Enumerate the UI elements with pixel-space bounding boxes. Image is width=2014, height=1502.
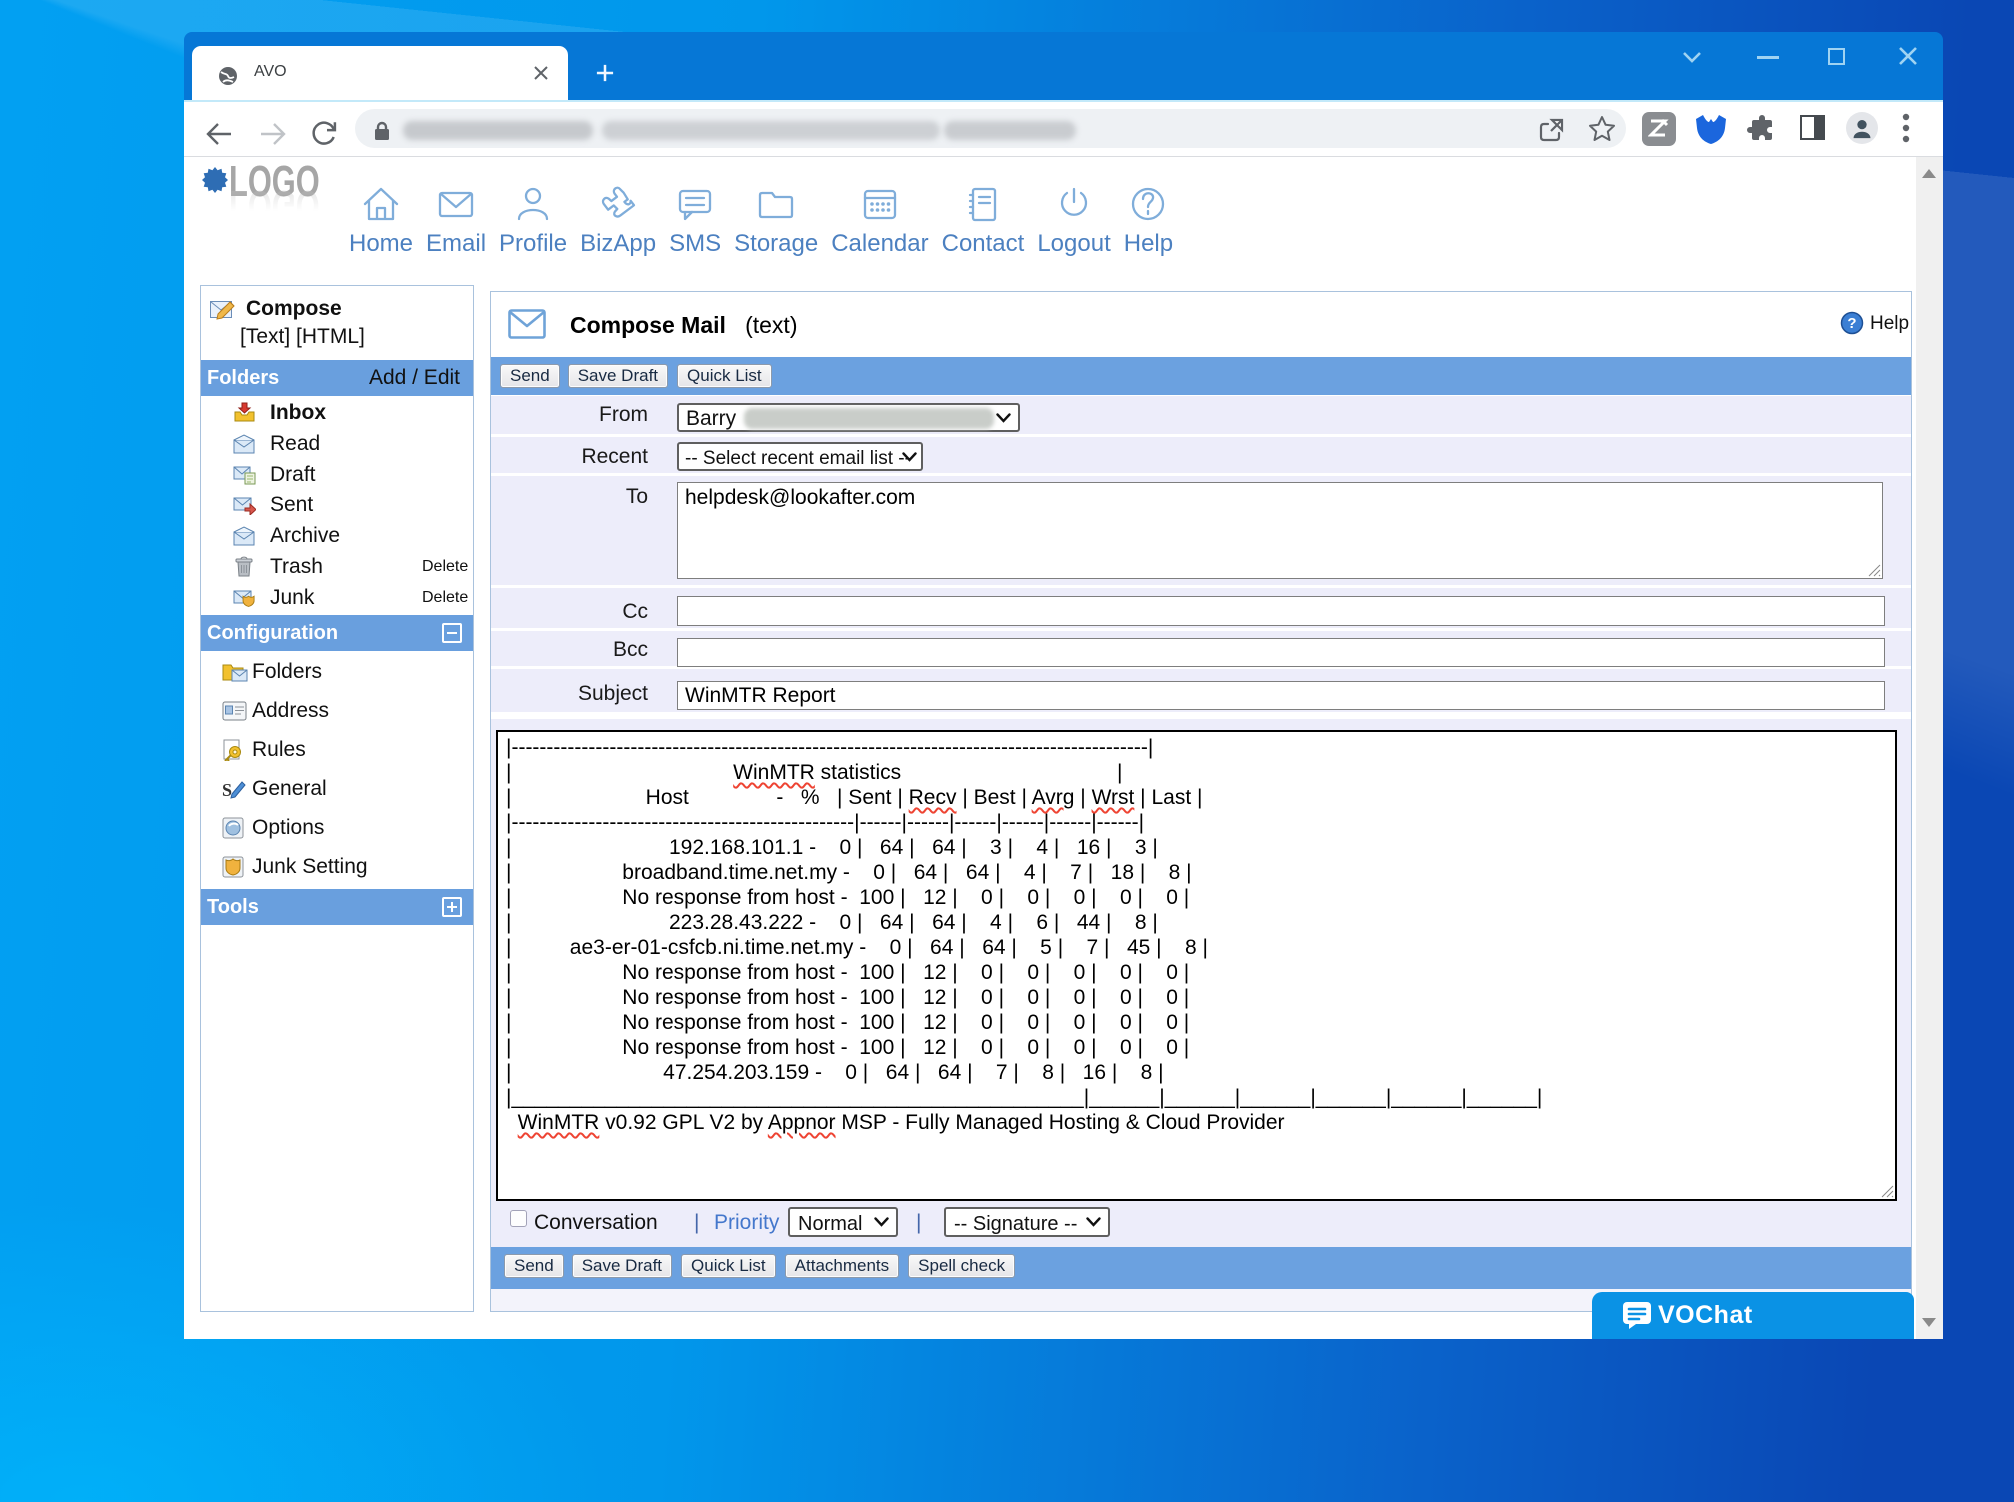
svg-text:S: S — [222, 780, 232, 800]
svg-text:?: ? — [1847, 315, 1856, 332]
